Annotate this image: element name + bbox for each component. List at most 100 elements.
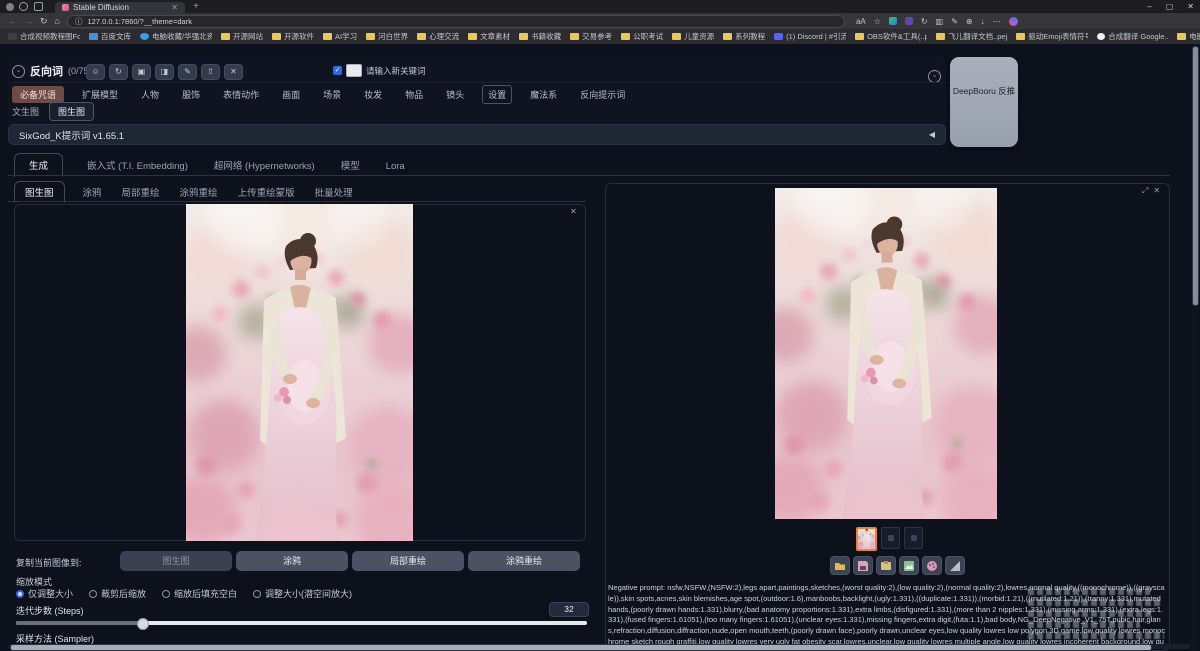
- bookmark-item[interactable]: 书籍收藏: [519, 31, 561, 42]
- save-icon[interactable]: [853, 556, 873, 575]
- category-tab[interactable]: 场景: [318, 86, 346, 103]
- gallery-icon[interactable]: ▣: [132, 64, 151, 80]
- category-tab[interactable]: 服饰: [177, 86, 205, 103]
- bookmark-item[interactable]: 飞儿翻译文档..pej: [936, 31, 1007, 42]
- extension-icon[interactable]: [905, 17, 913, 25]
- tab-embedding[interactable]: 嵌入式 (T.I. Embedding): [85, 154, 190, 176]
- tab-img2img-mode[interactable]: 图生图: [14, 181, 65, 203]
- vertical-scrollbar[interactable]: [1191, 44, 1199, 651]
- send-to-img2img-icon[interactable]: [899, 556, 919, 575]
- bookmark-item[interactable]: 电脑收藏/华强北资..: [140, 31, 212, 42]
- tab-lora[interactable]: Lora: [384, 157, 407, 176]
- tab-inpaint-sketch[interactable]: 涂鸦重绘: [178, 182, 220, 202]
- radio-just-resize[interactable]: 仅调整大小: [16, 587, 73, 600]
- bookmark-item[interactable]: 合成视频教程图Fol..: [8, 31, 80, 42]
- save-zip-icon[interactable]: [876, 556, 896, 575]
- radio-latent-upscale[interactable]: 调整大小(潜空间放大): [253, 587, 352, 600]
- bookmark-item[interactable]: 驱动Emoji表情符号..: [1016, 31, 1088, 42]
- extension-icon[interactable]: [889, 17, 897, 25]
- refresh-icon[interactable]: ↻: [109, 64, 128, 80]
- site-info-icon[interactable]: ⓘ: [75, 16, 83, 27]
- more-menu-icon[interactable]: ⋯: [993, 17, 1001, 26]
- history-icon[interactable]: ↻: [921, 17, 928, 26]
- tab-batch[interactable]: 批量处理: [313, 182, 355, 202]
- category-tab[interactable]: 设置: [482, 85, 512, 104]
- tab-generate[interactable]: 生成: [14, 153, 63, 177]
- bookmark-item[interactable]: 文章素材: [468, 31, 510, 42]
- bookmark-item[interactable]: (1) Discord | #引流..: [774, 31, 846, 42]
- category-tab[interactable]: 扩展模型: [77, 86, 123, 103]
- home-icon[interactable]: ⌂: [55, 16, 60, 26]
- bookmark-item[interactable]: 开源软件: [272, 31, 314, 42]
- tab-img2img[interactable]: 图生图: [49, 102, 94, 121]
- category-tab[interactable]: 物品: [400, 86, 428, 103]
- bookmark-item[interactable]: 合成翻译 Google..: [1097, 31, 1168, 42]
- copy-inpaint-sketch-button[interactable]: 涂鸦重绘: [468, 551, 580, 571]
- send-to-inpaint-icon[interactable]: [922, 556, 942, 575]
- bookmark-item[interactable]: 交易参考: [570, 31, 612, 42]
- checkbox-checked[interactable]: ✓: [333, 66, 342, 75]
- tab-close-icon[interactable]: ✕: [171, 3, 178, 12]
- new-tab-button[interactable]: +: [193, 1, 199, 12]
- open-folder-icon[interactable]: [830, 556, 850, 575]
- clear-image-icon[interactable]: ✕: [570, 207, 577, 216]
- read-aloud-icon[interactable]: aA: [856, 17, 866, 26]
- add-icon[interactable]: ⊕: [966, 17, 973, 26]
- browser-tab[interactable]: Stable Diffusion ✕: [55, 2, 185, 13]
- window-maximize-button[interactable]: ▢: [1166, 0, 1174, 13]
- steps-slider[interactable]: [16, 621, 587, 625]
- gallery-thumbnail[interactable]: [904, 527, 923, 549]
- bookmark-item[interactable]: 电脑物资: [1177, 31, 1200, 42]
- clear-icon[interactable]: ✕: [224, 64, 243, 80]
- window-minimize-button[interactable]: –: [1147, 0, 1151, 13]
- copy-inpaint-button[interactable]: 局部重绘: [352, 551, 464, 571]
- bookmark-item[interactable]: 心理交流: [417, 31, 459, 42]
- horizontal-scrollbar[interactable]: [8, 644, 1190, 649]
- tab-sketch[interactable]: 涂鸦: [81, 182, 104, 202]
- edit-icon[interactable]: ✎: [178, 64, 197, 80]
- collections-icon[interactable]: ✎: [951, 17, 958, 26]
- scrollbar-thumb[interactable]: [10, 644, 1152, 651]
- category-tab[interactable]: 魔法系: [525, 86, 562, 103]
- tab-actions-icon[interactable]: [34, 2, 43, 11]
- copy-sketch-button[interactable]: 涂鸦: [236, 551, 348, 571]
- category-tab[interactable]: 表情动作: [218, 86, 264, 103]
- bookmark-item[interactable]: OBS软件&工具(..pej: [855, 31, 927, 42]
- category-tab[interactable]: 妆发: [359, 86, 387, 103]
- window-close-button[interactable]: ✕: [1187, 0, 1194, 13]
- workspaces-icon[interactable]: [19, 2, 28, 11]
- scrollbar-thumb[interactable]: [1192, 46, 1199, 306]
- bookmark-item[interactable]: 河白世界: [366, 31, 408, 42]
- gallery-thumbnail-selected[interactable]: [856, 527, 877, 551]
- radio-resize-fill[interactable]: 缩放后填充空白: [162, 587, 237, 600]
- fullscreen-icon[interactable]: ⤢: [1142, 186, 1148, 196]
- split-screen-icon[interactable]: ▥: [936, 17, 944, 26]
- tab-inpaint[interactable]: 局部重绘: [120, 182, 162, 202]
- emoji-icon[interactable]: ☺: [86, 64, 105, 80]
- bookmark-item[interactable]: 开源网站: [221, 31, 263, 42]
- refresh-icon[interactable]: ↻: [40, 16, 48, 27]
- favorites-star-icon[interactable]: ☆: [874, 17, 881, 26]
- category-tab[interactable]: 人物: [136, 86, 164, 103]
- collapse-circle-icon[interactable]: ⌄: [12, 65, 25, 78]
- sixgod-accordion[interactable]: SixGod_K提示词 v1.65.1 ◀: [8, 124, 946, 145]
- tab-inpaint-upload[interactable]: 上传重绘蒙版: [236, 182, 297, 202]
- compare-icon[interactable]: ◨: [155, 64, 174, 80]
- slider-handle[interactable]: [137, 618, 149, 630]
- bookmark-item[interactable]: 百度文库: [89, 31, 131, 42]
- export-icon[interactable]: ⇧: [201, 64, 220, 80]
- close-icon[interactable]: ✕: [1153, 186, 1160, 196]
- copilot-icon[interactable]: [1009, 17, 1018, 26]
- bookmark-item[interactable]: 公职考试: [621, 31, 663, 42]
- category-tab[interactable]: 镜头: [441, 86, 469, 103]
- result-image[interactable]: [775, 188, 997, 519]
- copy-img2img-button[interactable]: 图生图: [120, 551, 232, 571]
- address-bar[interactable]: ⓘ 127.0.0.1:7860/?__theme=dark: [67, 15, 845, 28]
- forward-icon[interactable]: →: [24, 16, 33, 26]
- tab-hypernetworks[interactable]: 超网络 (Hypernetworks): [212, 154, 317, 176]
- steps-value-input[interactable]: 32: [549, 602, 589, 617]
- bookmark-item[interactable]: 儿童资源: [672, 31, 714, 42]
- keyword-input[interactable]: [346, 64, 362, 77]
- bookmark-item[interactable]: 系列教程: [723, 31, 765, 42]
- radio-crop-resize[interactable]: 裁剪后缩放: [89, 587, 146, 600]
